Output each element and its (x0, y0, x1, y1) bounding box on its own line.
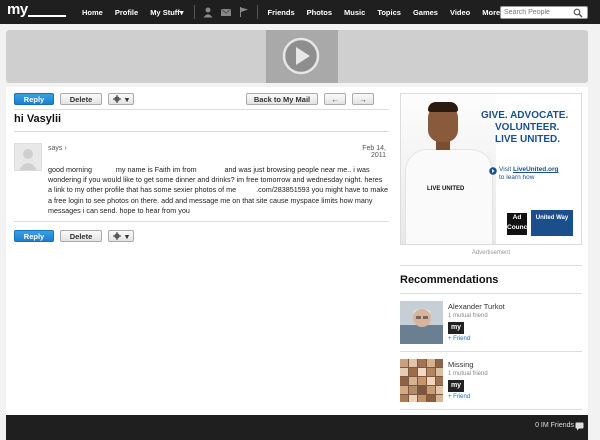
nav-video[interactable]: Video (444, 8, 476, 17)
divider (400, 409, 582, 410)
friend-requests-icon[interactable] (202, 6, 214, 18)
next-message-button[interactable]: → (352, 93, 374, 105)
nav-profile[interactable]: Profile (109, 8, 144, 17)
gear-icon (113, 232, 122, 240)
nav-friends[interactable]: Friends (262, 8, 301, 17)
nav-divider (256, 5, 258, 19)
message-toolbar-top: Reply Delete ▾ Back to My Mail ← → (14, 92, 380, 106)
ad-shirt (405, 149, 493, 244)
mail-icon[interactable] (220, 6, 232, 18)
nav-divider (193, 5, 195, 19)
ad-visit-suffix: to learn how (499, 174, 535, 181)
default-avatar-icon (19, 149, 37, 170)
myspace-badge: my (448, 380, 464, 392)
nav-games[interactable]: Games (407, 8, 444, 17)
search-icon[interactable] (573, 8, 583, 18)
nav-photos[interactable]: Photos (301, 8, 338, 17)
nav-home[interactable]: Home (76, 8, 109, 17)
nav-my-stuff[interactable]: My Stuff▾ (144, 8, 189, 17)
ad-headline-line: VOLUNTEER. (495, 122, 560, 133)
im-friends-count[interactable]: 0 IM Friends (535, 422, 574, 429)
main-panel: Reply Delete ▾ Back to My Mail ← → hi Va… (6, 87, 588, 415)
divider (400, 265, 582, 266)
recommendation-item: Missing 1 mutual friend my + Friend (400, 359, 582, 403)
divider (400, 293, 582, 294)
previous-message-button[interactable]: ← (324, 93, 346, 105)
gear-icon (113, 95, 122, 103)
divider (14, 109, 389, 110)
message-body: good morning my name is Faith im from an… (48, 165, 390, 215)
delete-button[interactable]: Delete (60, 230, 102, 242)
recommendation-name[interactable]: Alexander Turkot (448, 302, 505, 311)
ad-headline: GIVE. ADVOCATE. VOLUNTEER. LIVE UNITED. (481, 110, 581, 146)
top-nav: my Home Profile My Stuff▾ Friends Photos… (0, 0, 600, 24)
ad-label: Advertisement (471, 250, 511, 256)
notifications-flag-icon[interactable] (238, 6, 250, 18)
mutual-friends[interactable]: 1 mutual friend (448, 371, 488, 377)
chevron-down-icon: ▾ (125, 94, 129, 104)
message-subject: hi Vasylii (14, 113, 62, 125)
ad-visit-link[interactable]: LiveUnited.org (513, 166, 559, 173)
arrow-circle-icon (489, 167, 497, 175)
options-button[interactable]: ▾ (108, 230, 134, 242)
im-footer-bar: 0 IM Friends (6, 415, 588, 440)
divider (400, 351, 582, 352)
myspace-logo[interactable]: my (4, 0, 70, 24)
divider (14, 131, 389, 132)
ad-visit-prefix: Visit (499, 166, 513, 173)
mutual-friends[interactable]: 1 mutual friend (448, 313, 488, 319)
options-button[interactable]: ▾ (108, 93, 134, 105)
message-date: Feb 14, 2011 (362, 145, 386, 159)
recommendations-title: Recommendations (400, 274, 499, 286)
divider (14, 221, 389, 222)
ad-headline-line: LIVE UNITED. (495, 134, 561, 145)
chat-icon[interactable] (575, 422, 584, 431)
ad-visit-text: Visit LiveUnited.org to learn how (499, 166, 579, 182)
logo-text: my (7, 1, 28, 18)
add-friend-link[interactable]: + Friend (448, 394, 470, 400)
reply-button[interactable]: Reply (14, 230, 54, 242)
myspace-badge: my (448, 322, 464, 334)
recommendation-item: Alexander Turkot 1 mutual friend my + Fr… (400, 301, 582, 345)
delete-button[interactable]: Delete (60, 93, 102, 105)
ad-hair (428, 102, 458, 112)
video-banner (6, 30, 588, 83)
search-box[interactable] (500, 6, 588, 19)
united-way-logo: United Way (531, 210, 573, 236)
search-input[interactable] (501, 9, 571, 16)
ad-shirt-text: LIVE UNITED (427, 186, 465, 192)
reply-button[interactable]: Reply (14, 93, 54, 105)
add-friend-link[interactable]: + Friend (448, 336, 470, 342)
ad-headline-line: GIVE. ADVOCATE. (481, 110, 569, 121)
person-photo (400, 301, 443, 344)
recommendation-name[interactable]: Missing (448, 360, 473, 369)
nav-music[interactable]: Music (338, 8, 371, 17)
back-to-mail-button[interactable]: Back to My Mail (246, 93, 318, 105)
play-icon[interactable] (281, 36, 321, 76)
recommendation-photo[interactable] (400, 359, 443, 402)
chevron-down-icon: ▾ (125, 231, 129, 241)
sender-says[interactable]: says › (48, 145, 67, 152)
advertisement[interactable]: LIVE UNITED GIVE. ADVOCATE. VOLUNTEER. L… (400, 93, 582, 245)
photo-collage (400, 359, 443, 402)
recommendation-photo[interactable] (400, 301, 443, 344)
logo-underline (28, 15, 66, 17)
message-toolbar-bottom: Reply Delete ▾ (14, 229, 140, 243)
sender-avatar[interactable] (14, 143, 42, 171)
ad-council-logo: Ad Council (507, 213, 531, 235)
nav-topics[interactable]: Topics (371, 8, 407, 17)
